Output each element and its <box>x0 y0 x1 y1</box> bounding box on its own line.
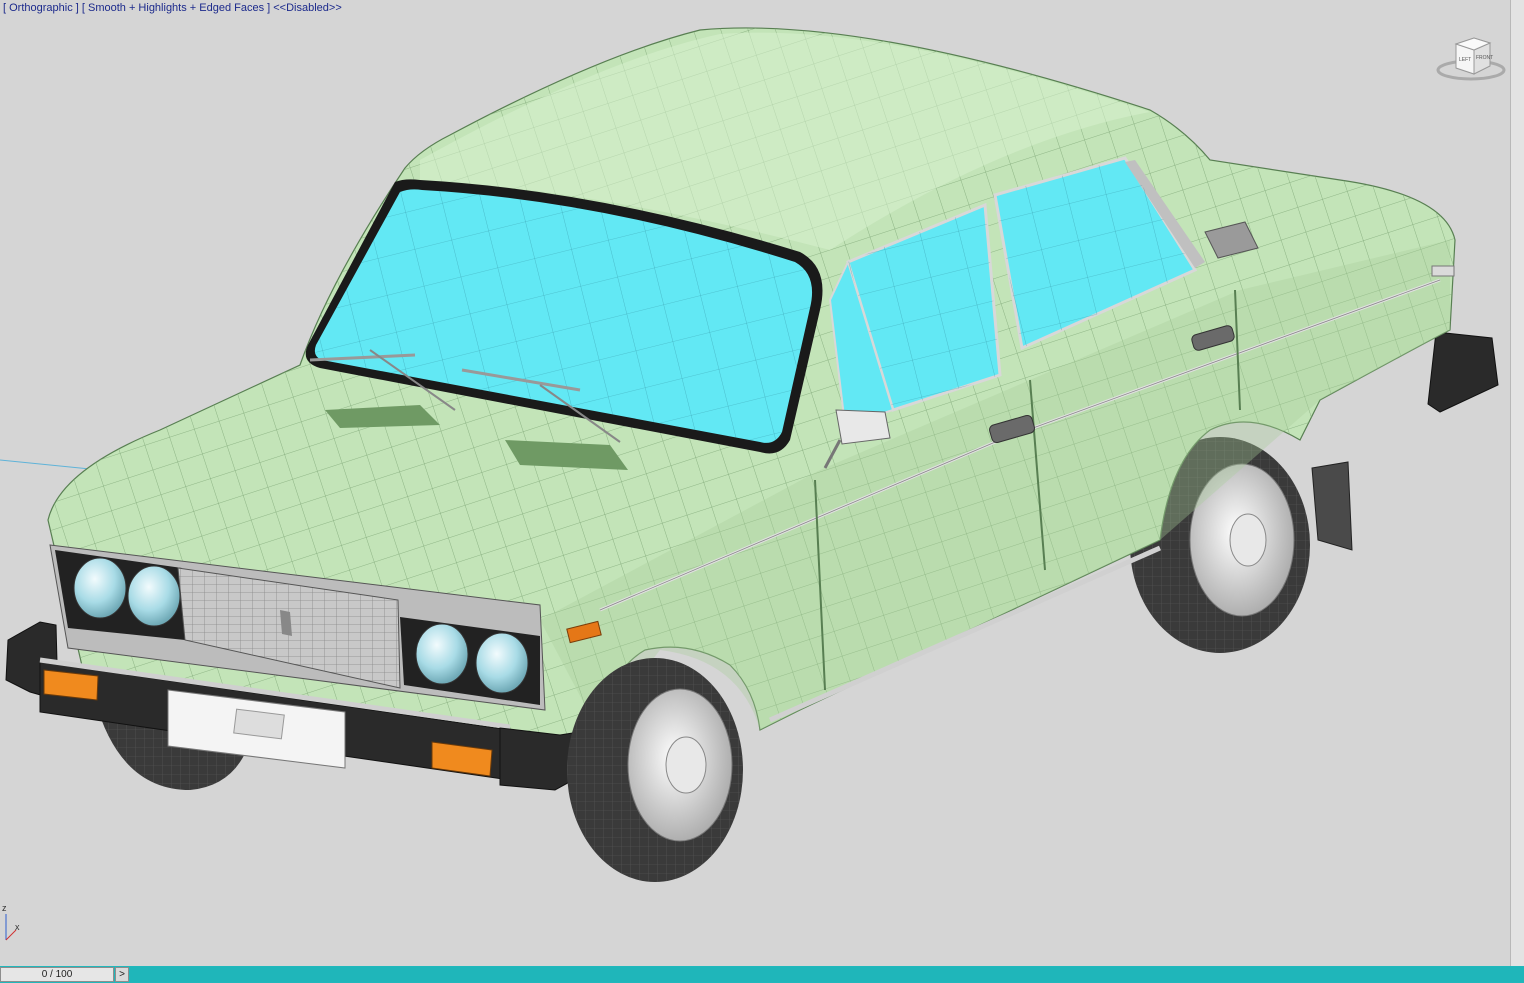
viewcube-left-face: LEFT <box>1459 57 1471 63</box>
viewport-right-edge <box>1510 0 1524 966</box>
rear-bumper <box>1427 331 1499 413</box>
next-frame-button[interactable]: > <box>115 967 129 982</box>
front-left-wheel <box>567 658 743 882</box>
timeline-track[interactable] <box>130 967 1524 982</box>
mud-flap <box>1311 461 1353 551</box>
guide-line <box>0 459 101 471</box>
perspective-viewport[interactable]: [ Orthographic ] [ Smooth + Highlights +… <box>0 0 1510 966</box>
axis-tripod: z x <box>0 900 28 948</box>
axis-z-label: z <box>2 903 7 913</box>
viewport-label[interactable]: [ Orthographic ] [ Smooth + Highlights +… <box>3 2 342 14</box>
viewcube-front-face: FRONT <box>1476 55 1493 61</box>
time-bar: 0 / 100 > <box>0 966 1524 983</box>
car-model-scene[interactable] <box>0 0 1510 966</box>
viewcube[interactable]: LEFT FRONT <box>1436 30 1506 86</box>
axis-x-label: x <box>15 922 20 932</box>
time-slider[interactable]: 0 / 100 <box>0 967 114 982</box>
